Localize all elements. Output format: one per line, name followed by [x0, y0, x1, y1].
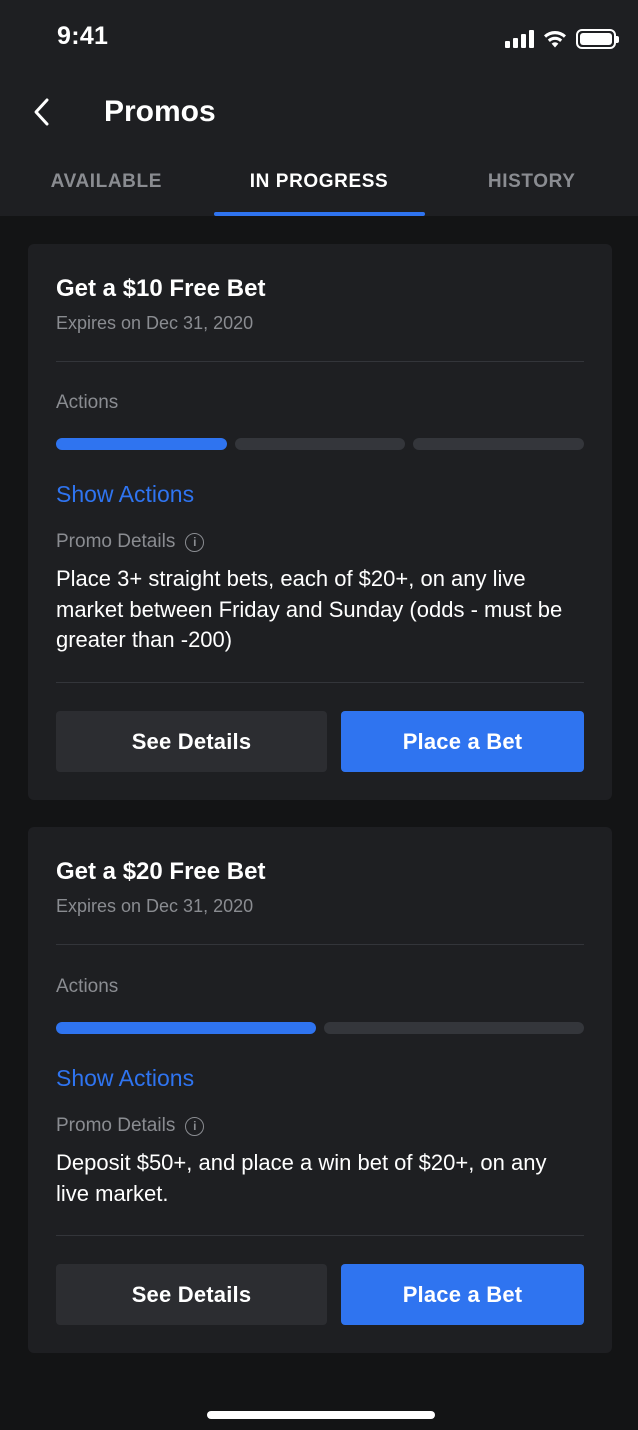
promo-details-label: Promo Details: [56, 531, 176, 552]
divider: [56, 944, 584, 945]
tab-history[interactable]: HISTORY: [425, 160, 638, 216]
see-details-button[interactable]: See Details: [56, 1264, 327, 1325]
actions-progress-bar: [56, 438, 585, 450]
promo-title: Get a $20 Free Bet: [56, 858, 266, 885]
promo-expiry: Expires on Dec 31, 2020: [56, 313, 254, 333]
divider: [56, 1235, 584, 1236]
status-time: 9:41: [57, 22, 109, 50]
home-indicator[interactable]: [207, 1411, 435, 1419]
progress-segment: [56, 1022, 316, 1034]
divider: [56, 361, 584, 362]
promo-description: Deposit $50+, and place a win bet of $20…: [56, 1150, 547, 1206]
progress-segment: [56, 438, 227, 450]
place-bet-button[interactable]: Place a Bet: [341, 711, 584, 772]
info-icon[interactable]: i: [185, 1116, 205, 1136]
progress-segment: [234, 438, 406, 450]
promos-screen: 9:41 Promos AVAILABLE IN PROGRESS HISTOR…: [0, 0, 638, 1430]
tab-available[interactable]: AVAILABLE: [0, 160, 213, 216]
show-actions-link[interactable]: Show Actions: [56, 480, 194, 508]
progress-segment: [413, 438, 585, 450]
cellular-signal-icon: [505, 30, 534, 48]
info-icon[interactable]: i: [185, 532, 205, 552]
promo-description: Place 3+ straight bets, each of $20+, on…: [56, 566, 563, 652]
actions-progress-bar: [56, 1022, 584, 1034]
divider: [56, 682, 584, 683]
header: 9:41 Promos AVAILABLE IN PROGRESS HISTOR…: [0, 0, 638, 216]
status-bar: 9:41: [0, 0, 638, 78]
promo-expiry: Expires on Dec 31, 2020: [56, 896, 254, 916]
show-actions-link[interactable]: Show Actions: [56, 1064, 194, 1092]
status-icons: [505, 26, 619, 52]
battery-icon: [576, 29, 619, 49]
page-title: Promos: [104, 95, 216, 128]
promo-card: Get a $10 Free Bet Expires on Dec 31, 20…: [28, 244, 612, 800]
actions-label: Actions: [56, 976, 119, 997]
progress-segment: [324, 1022, 584, 1034]
nav-row: Promos: [0, 82, 638, 142]
wifi-icon: [544, 31, 566, 48]
tab-in-progress[interactable]: IN PROGRESS: [213, 160, 426, 216]
place-bet-button[interactable]: Place a Bet: [341, 1264, 584, 1325]
promo-title: Get a $10 Free Bet: [56, 275, 266, 302]
promo-details-label: Promo Details: [56, 1115, 176, 1136]
tab-bar: AVAILABLE IN PROGRESS HISTORY: [0, 160, 638, 216]
actions-label: Actions: [56, 392, 119, 413]
promo-details-header: Promo Details i: [56, 530, 205, 554]
promo-details-header: Promo Details i: [56, 1114, 205, 1138]
back-button[interactable]: [22, 92, 62, 132]
promo-card: Get a $20 Free Bet Expires on Dec 31, 20…: [28, 827, 612, 1353]
see-details-button[interactable]: See Details: [56, 711, 327, 772]
chevron-left-icon: [34, 98, 49, 126]
